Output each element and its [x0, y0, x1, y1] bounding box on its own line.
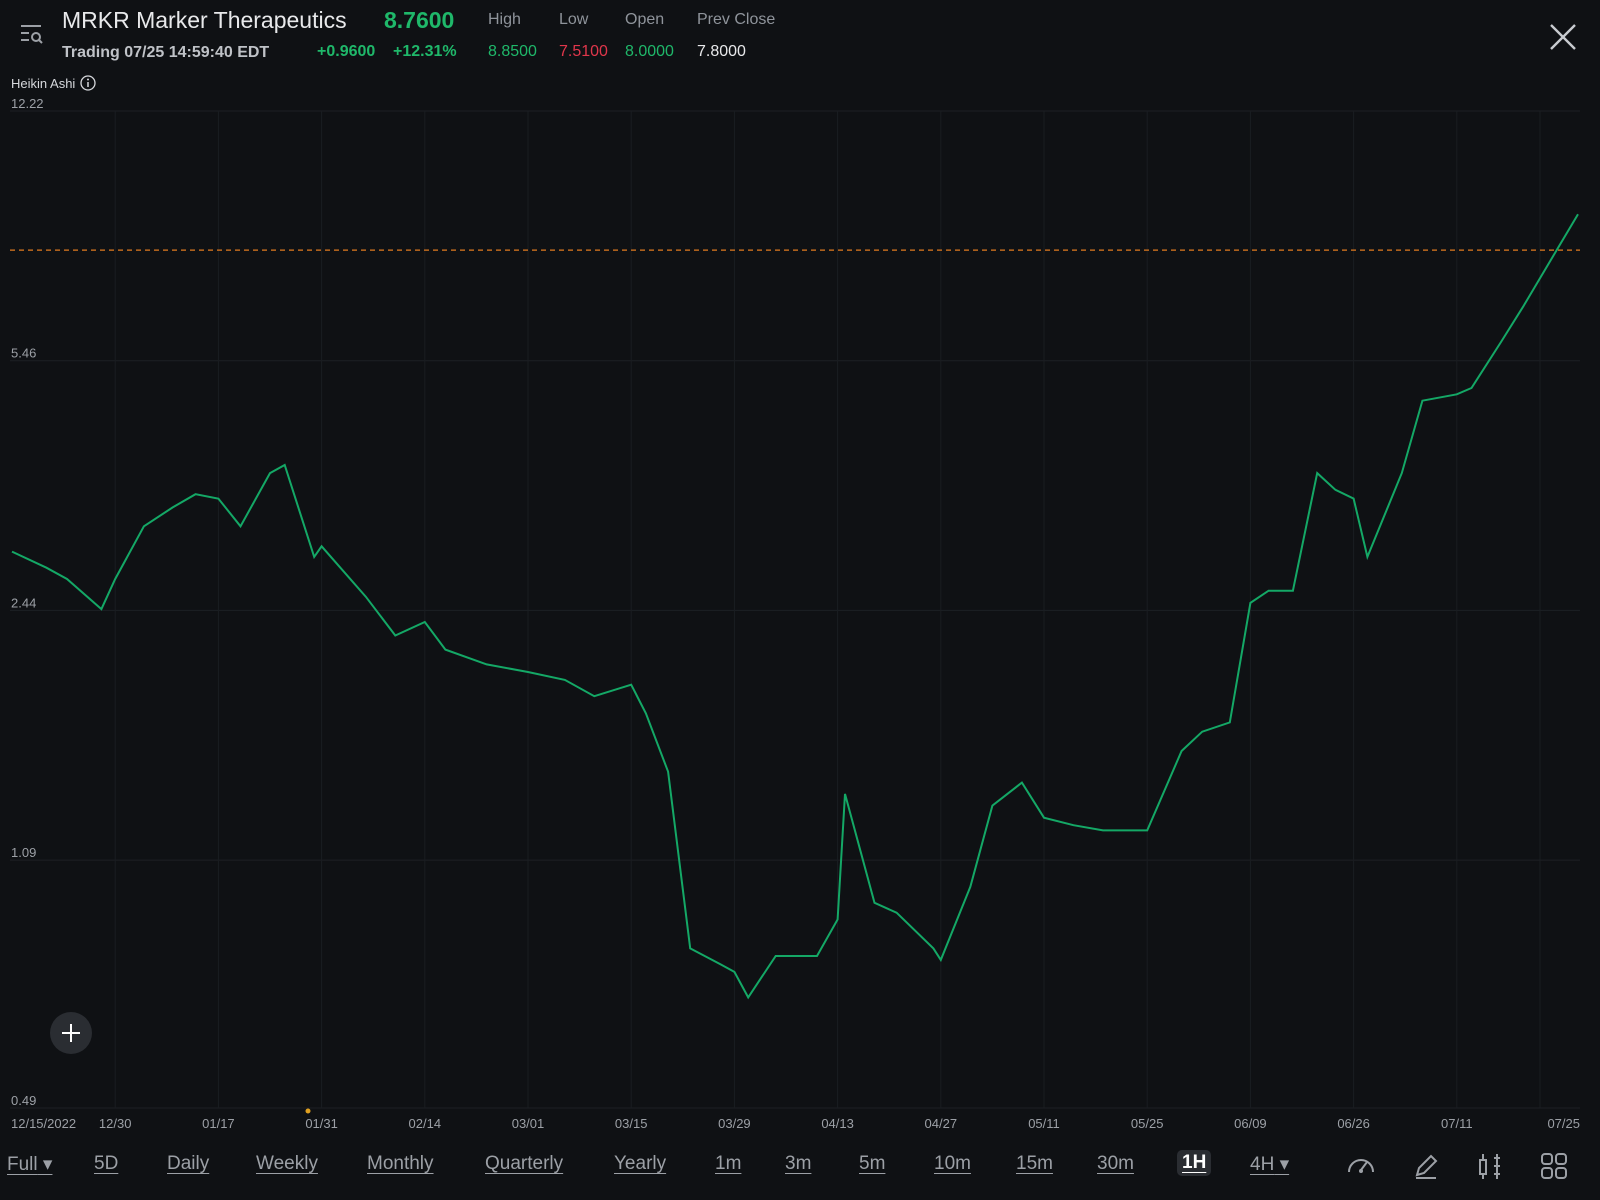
high-value: 8.8500 — [488, 43, 537, 60]
x-tick-label: 07/11 — [1441, 1116, 1473, 1131]
tf-10m[interactable]: 10m — [934, 1153, 971, 1175]
info-icon[interactable] — [80, 75, 96, 91]
y-tick-label: 12.22 — [11, 96, 44, 111]
tf-1h[interactable]: 1H — [1177, 1150, 1212, 1176]
x-axis-ticks: 12/15/2022 12/30 01/17 01/31 02/14 03/01 03/15… — [11, 1116, 1580, 1131]
tf-30m[interactable]: 30m — [1097, 1153, 1134, 1175]
tf-5m[interactable]: 5m — [859, 1153, 885, 1175]
x-tick-label: 01/17 — [202, 1116, 235, 1131]
indicator-icon[interactable] — [1474, 1150, 1506, 1182]
prev-close-label: Prev Close — [697, 11, 776, 28]
tf-5d[interactable]: 5D — [94, 1153, 118, 1175]
x-tick-label: 04/13 — [821, 1116, 854, 1131]
tf-3m[interactable]: 3m — [785, 1153, 811, 1175]
gauge-icon[interactable] — [1345, 1150, 1377, 1182]
low-label: Low — [559, 11, 589, 28]
add-drawing-button[interactable] — [50, 1012, 92, 1054]
x-tick-label: 04/27 — [925, 1116, 958, 1131]
x-tick-label: 03/29 — [718, 1116, 751, 1131]
tf-quarterly[interactable]: Quarterly — [485, 1153, 563, 1175]
tf-1m[interactable]: 1m — [715, 1153, 741, 1175]
grid-layout-icon[interactable] — [1538, 1150, 1570, 1182]
x-tick-label: 03/01 — [512, 1116, 545, 1131]
x-tick-label: 03/15 — [615, 1116, 648, 1131]
event-marker-icon — [305, 1108, 311, 1114]
indicator-label-row: Heikin Ashi — [11, 75, 96, 91]
x-tick-label: 05/25 — [1131, 1116, 1164, 1131]
tf-full[interactable]: Full ▾ — [7, 1153, 52, 1176]
x-tick-label: 06/26 — [1337, 1116, 1370, 1131]
indicator-label: Heikin Ashi — [11, 75, 76, 91]
x-tick-label: 12/30 — [99, 1116, 132, 1131]
plus-icon — [62, 1024, 80, 1042]
x-tick-label: 06/09 — [1234, 1116, 1267, 1131]
y-axis-ticks: 12.22 5.46 2.44 1.09 0.49 — [11, 96, 44, 1108]
pen-icon[interactable] — [1410, 1150, 1442, 1182]
trading-status: Trading 07/25 14:59:40 EDT — [62, 44, 270, 61]
x-tick-label: 07/25 — [1547, 1116, 1580, 1131]
price-chart[interactable]: 12.22 5.46 2.44 1.09 0.49 12/15/2022 12/30 01/… — [0, 95, 1600, 1135]
price-change: +0.9600 — [317, 43, 376, 60]
prev-close-value: 7.8000 — [697, 43, 746, 60]
open-value: 8.0000 — [625, 43, 674, 60]
tf-monthly[interactable]: Monthly — [367, 1153, 434, 1175]
ticker-name: MRKR Marker Therapeutics — [62, 7, 347, 33]
low-value: 7.5100 — [559, 43, 608, 60]
last-price: 8.7600 — [384, 7, 455, 33]
timeframe-toolbar: Full ▾ 5D Daily Weekly Monthly Quarterly… — [0, 1145, 1600, 1185]
y-tick-label: 2.44 — [11, 595, 36, 610]
y-tick-label: 0.49 — [11, 1093, 36, 1108]
x-tick-label: 01/31 — [305, 1116, 338, 1131]
tf-15m[interactable]: 15m — [1016, 1153, 1053, 1175]
y-tick-label: 5.46 — [11, 346, 36, 361]
open-label: Open — [625, 11, 665, 28]
high-label: High — [488, 11, 521, 28]
x-tick-label: 12/15/2022 — [11, 1116, 76, 1131]
chart-grid — [10, 110, 1580, 1109]
tf-daily[interactable]: Daily — [167, 1153, 209, 1175]
x-tick-label: 05/11 — [1028, 1116, 1060, 1131]
close-icon[interactable] — [1546, 20, 1580, 54]
tf-weekly[interactable]: Weekly — [256, 1153, 318, 1175]
x-tick-label: 02/14 — [409, 1116, 442, 1131]
tf-yearly[interactable]: Yearly — [614, 1153, 666, 1175]
tf-4h[interactable]: 4H ▾ — [1250, 1153, 1289, 1176]
price-series-line — [11, 213, 1579, 1000]
menu-search-icon[interactable] — [18, 20, 44, 46]
price-change-pct: +12.31% — [393, 43, 457, 60]
y-tick-label: 1.09 — [11, 845, 36, 860]
